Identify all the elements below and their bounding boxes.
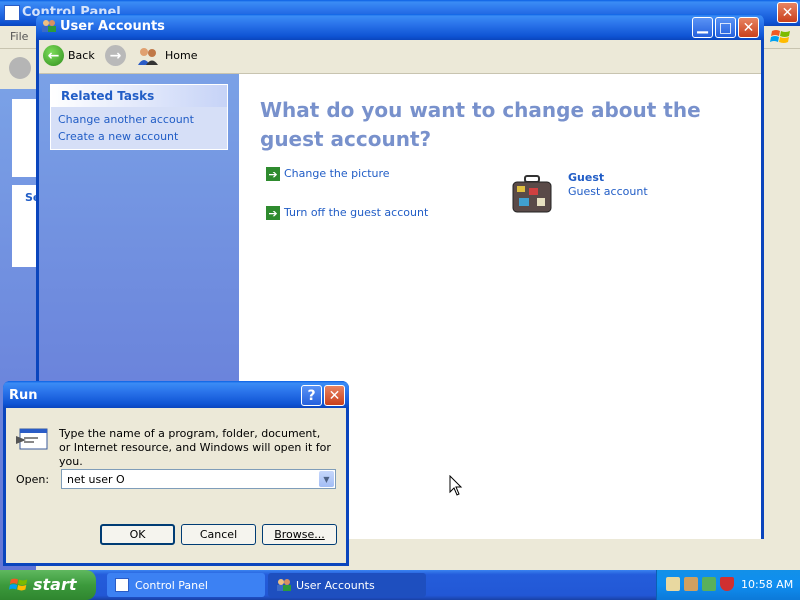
tray-network-icon[interactable] <box>666 577 680 591</box>
run-program-icon <box>16 428 48 450</box>
cancel-label: Cancel <box>199 528 238 541</box>
clock: 10:58 AM <box>741 578 794 591</box>
taskbar-button-user-accounts[interactable]: User Accounts <box>268 573 426 597</box>
task-link-change-another-account[interactable]: Change another account <box>58 113 194 126</box>
start-button[interactable]: start <box>0 570 96 600</box>
start-label: start <box>33 575 77 594</box>
back-label: Back <box>68 49 95 62</box>
cp-back-icon[interactable] <box>9 57 31 79</box>
close-icon: ✕ <box>781 4 794 21</box>
open-combobox[interactable]: net user O ▼ <box>61 469 336 489</box>
control-panel-small-icon <box>115 578 129 592</box>
browse-button[interactable]: Browse... <box>262 524 337 545</box>
run-title: Run <box>9 388 38 403</box>
cp-sidebar-panel-bottom: Se <box>12 185 40 267</box>
cancel-button[interactable]: Cancel <box>181 524 256 545</box>
run-body: Type the name of a program, folder, docu… <box>6 408 346 563</box>
action-turn-off-guest-label: Turn off the guest account <box>284 206 429 219</box>
dropdown-button[interactable]: ▼ <box>319 471 334 487</box>
account-name: Guest <box>568 171 605 184</box>
run-close-button[interactable]: ✕ <box>324 385 345 406</box>
user-accounts-title: User Accounts <box>60 19 165 34</box>
windows-logo-icon <box>770 28 792 46</box>
help-button[interactable]: ? <box>301 385 322 406</box>
mouse-cursor-icon <box>449 474 463 497</box>
user-accounts-titlebar[interactable]: User Accounts ▁ □ ✕ <box>36 14 764 40</box>
ok-label: OK <box>129 528 146 541</box>
back-button[interactable]: ← Back <box>43 44 99 68</box>
green-arrow-icon: ➔ <box>266 206 280 220</box>
forward-arrow-icon: → <box>109 47 122 64</box>
chevron-down-icon: ▼ <box>323 474 330 484</box>
open-input[interactable]: net user O <box>67 473 125 486</box>
page-heading: What do you want to change about the gue… <box>260 98 701 151</box>
account-type: Guest account <box>568 185 648 198</box>
system-tray: 10:58 AM <box>656 570 800 600</box>
cp-sidebar-panel-top <box>12 99 36 177</box>
run-dialog: Run ? ✕ Type the name of a program, fold… <box>3 381 349 566</box>
green-arrow-icon: ➔ <box>266 167 280 181</box>
close-icon: ✕ <box>328 387 341 404</box>
tray-users-icon[interactable] <box>684 577 698 591</box>
task-link-create-new-account[interactable]: Create a new account <box>58 130 178 143</box>
action-change-picture-label: Change the picture <box>284 167 390 180</box>
home-label: Home <box>165 49 198 62</box>
action-change-picture[interactable]: ➔ Change the picture <box>266 167 466 183</box>
minimize-icon: ▁ <box>697 18 708 34</box>
control-panel-icon <box>4 5 20 21</box>
minimize-button[interactable]: ▁ <box>692 17 713 38</box>
user-accounts-toolbar: ← Back → Home <box>39 40 761 74</box>
taskbar-button-control-panel-label: Control Panel <box>135 579 208 592</box>
related-tasks-panel: Related Tasks Change another account Cre… <box>50 84 228 150</box>
taskbar-button-user-accounts-label: User Accounts <box>296 579 375 592</box>
menu-file[interactable]: File <box>10 30 28 43</box>
maximize-icon: □ <box>718 19 733 36</box>
home-users-icon <box>137 46 159 66</box>
help-icon: ? <box>307 387 316 404</box>
maximize-button[interactable]: □ <box>715 17 736 38</box>
browse-label: Browse... <box>274 528 325 541</box>
forward-button[interactable]: → <box>105 45 126 66</box>
windows-flag-icon <box>9 576 29 594</box>
home-button[interactable]: Home <box>137 44 197 68</box>
related-tasks-title: Related Tasks <box>61 89 155 103</box>
action-turn-off-guest[interactable]: ➔ Turn off the guest account <box>266 206 466 222</box>
open-label: Open: <box>16 473 50 486</box>
control-panel-close-button[interactable]: ✕ <box>777 2 798 23</box>
taskbar: start Control Panel User Accounts 10:58 … <box>0 570 800 600</box>
user-accounts-icon <box>41 19 57 33</box>
related-tasks-header: Related Tasks <box>51 85 227 107</box>
taskbar-button-control-panel[interactable]: Control Panel <box>107 573 265 597</box>
tray-shield-icon[interactable] <box>720 577 734 591</box>
guest-account-picture <box>511 174 553 214</box>
user-accounts-small-icon <box>276 578 292 592</box>
close-button[interactable]: ✕ <box>738 17 759 38</box>
ok-button[interactable]: OK <box>100 524 175 545</box>
run-titlebar[interactable]: Run ? ✕ <box>3 381 349 408</box>
run-description: Type the name of a program, folder, docu… <box>59 427 331 468</box>
close-icon: ✕ <box>742 19 755 36</box>
back-arrow-icon: ← <box>43 45 64 66</box>
tray-security-icon[interactable] <box>702 577 716 591</box>
